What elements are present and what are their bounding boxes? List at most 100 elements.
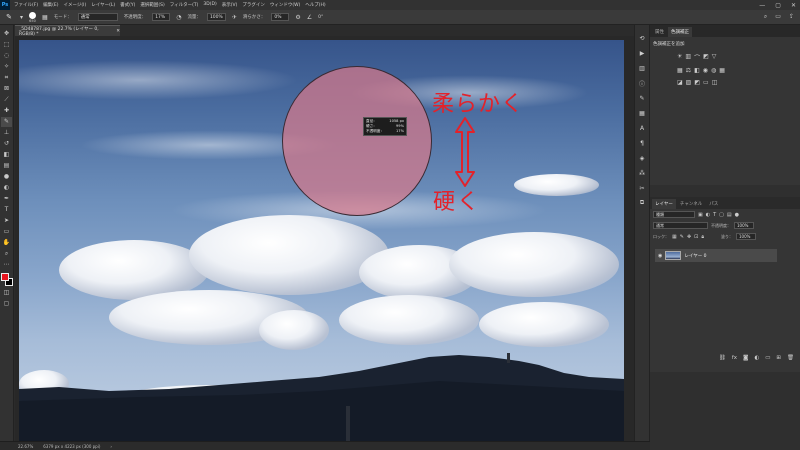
tab-properties[interactable]: 属性 xyxy=(652,27,667,37)
pen-tool-icon[interactable]: ✒ xyxy=(1,194,12,204)
tab-adjustments[interactable]: 色調補正 xyxy=(668,27,692,37)
gradient-tool-icon[interactable]: ▤ xyxy=(1,161,12,171)
menu-edit[interactable]: 編集(E) xyxy=(43,2,58,8)
mode-select[interactable]: 通常 xyxy=(77,13,118,21)
menu-file[interactable]: ファイル(F) xyxy=(14,2,38,8)
delete-layer-icon[interactable]: 🗑︎ xyxy=(787,355,794,361)
hand-tool-icon[interactable]: ✋ xyxy=(1,238,12,248)
layer-row[interactable]: ◉ レイヤー 0 xyxy=(655,249,777,262)
workspace-icon[interactable]: ▭ xyxy=(775,13,781,21)
vibrance-icon[interactable]: ▽ xyxy=(712,53,717,62)
channel-mixer-icon[interactable]: ◍ xyxy=(711,67,716,74)
menu-window[interactable]: ウィンドウ(W) xyxy=(270,2,300,8)
menu-3d[interactable]: 3D(D) xyxy=(203,2,216,8)
tools-options-panel-icon[interactable]: ✂ xyxy=(637,183,647,193)
posterize-icon[interactable]: ▨ xyxy=(686,79,692,86)
history-brush-tool-icon[interactable]: ↺ xyxy=(1,139,12,149)
rectangle-tool-icon[interactable]: ▭ xyxy=(1,227,12,237)
path-select-tool-icon[interactable]: ➤ xyxy=(1,216,12,226)
gear-icon[interactable]: ⚙ xyxy=(295,14,300,21)
airbrush-icon[interactable]: ✈ xyxy=(232,14,237,21)
color-balance-icon[interactable]: ⚖ xyxy=(686,67,691,74)
menu-view[interactable]: 表示(V) xyxy=(222,2,238,8)
info-panel-icon[interactable]: ⓘ xyxy=(637,78,647,88)
zoom-level[interactable]: 22.67% xyxy=(18,444,33,449)
close-button[interactable]: ✕ xyxy=(791,2,796,9)
quick-select-tool-icon[interactable]: ✧ xyxy=(1,62,12,72)
lock-transparent-icon[interactable]: ▦ xyxy=(672,234,677,240)
brightness-contrast-icon[interactable]: ☀ xyxy=(677,53,682,62)
levels-icon[interactable]: ▥ xyxy=(685,53,691,62)
crop-tool-icon[interactable]: ⌗ xyxy=(1,73,12,83)
marquee-tool-icon[interactable]: ⬚ xyxy=(1,40,12,50)
menu-filter[interactable]: フィルター(T) xyxy=(170,2,199,8)
menu-image[interactable]: イメージ(I) xyxy=(63,2,86,8)
threshold-icon[interactable]: ◩ xyxy=(694,79,700,86)
eyedropper-tool-icon[interactable]: ⟋ xyxy=(1,95,12,105)
tab-paths[interactable]: パス xyxy=(706,199,721,209)
lasso-tool-icon[interactable]: ◌ xyxy=(1,51,12,61)
menu-help[interactable]: ヘルプ(H) xyxy=(305,2,325,8)
brush-settings-icon[interactable]: ▦ xyxy=(42,14,48,21)
layer-style-icon[interactable]: fx xyxy=(732,355,737,361)
visibility-eye-icon[interactable]: ◉ xyxy=(658,253,662,259)
actions-panel-icon[interactable]: ▶ xyxy=(637,48,647,58)
layer-opacity-field[interactable]: 100% xyxy=(734,222,754,229)
chevron-down-icon[interactable]: ▾ xyxy=(20,14,23,21)
tab-channels[interactable]: チャンネル xyxy=(677,199,705,209)
navigator-panel-icon[interactable]: ⧉ xyxy=(637,198,647,208)
brush-settings-panel-icon[interactable]: ▦ xyxy=(637,108,647,118)
brush-tool-icon[interactable]: ✎ xyxy=(1,117,12,127)
character-panel-icon[interactable]: A xyxy=(637,123,647,133)
new-adjustment-layer-icon[interactable]: ◐ xyxy=(754,355,759,361)
share-icon[interactable]: ⇪ xyxy=(789,13,794,21)
maximize-button[interactable]: ▢ xyxy=(775,2,781,9)
blend-mode-select[interactable]: 通常 xyxy=(653,222,708,229)
brush-tool-preset-icon[interactable]: ✎ xyxy=(4,12,14,22)
minimize-button[interactable]: — xyxy=(759,2,765,9)
lock-pixels-icon[interactable]: ✎ xyxy=(680,234,684,240)
quick-mask-icon[interactable]: ◫ xyxy=(1,288,12,298)
foreground-color-swatch[interactable] xyxy=(0,273,9,281)
filter-pixel-icon[interactable]: ▣ xyxy=(698,212,703,218)
menu-plugins[interactable]: プラグイン xyxy=(242,2,265,8)
lock-artboard-icon[interactable]: ⊡ xyxy=(694,234,698,240)
healing-brush-tool-icon[interactable]: ✚ xyxy=(1,106,12,116)
pressure-opacity-icon[interactable]: ◔ xyxy=(176,14,181,21)
menu-layer[interactable]: レイヤー(L) xyxy=(91,2,115,8)
move-tool-icon[interactable]: ✥ xyxy=(1,29,12,39)
photo-filter-icon[interactable]: ◉ xyxy=(703,67,708,74)
blur-tool-icon[interactable]: ● xyxy=(1,172,12,182)
more-tools-icon[interactable]: ⋯ xyxy=(1,260,12,270)
status-chevron-icon[interactable]: › xyxy=(110,444,112,449)
history-panel-icon[interactable]: ⟲ xyxy=(637,33,647,43)
fill-field[interactable]: 100% xyxy=(736,233,757,240)
filter-smart-icon[interactable]: ▤ xyxy=(727,212,732,218)
tab-layers[interactable]: レイヤー xyxy=(652,199,676,209)
invert-icon[interactable]: ◪ xyxy=(677,79,683,86)
screen-mode-icon[interactable]: ▢ xyxy=(1,299,12,309)
flow-field[interactable]: 100% xyxy=(206,13,226,21)
swatches-panel-icon[interactable]: ⁂ xyxy=(637,168,647,178)
add-mask-icon[interactable]: ◙ xyxy=(743,355,748,361)
close-tab-icon[interactable]: ✕ xyxy=(116,29,120,34)
selective-color-icon[interactable]: ◫ xyxy=(712,79,718,86)
hue-saturation-icon[interactable]: ▦ xyxy=(677,67,683,74)
clone-stamp-tool-icon[interactable]: ⊥ xyxy=(1,128,12,138)
dodge-tool-icon[interactable]: ◐ xyxy=(1,183,12,193)
photoshop-logo[interactable]: Ps xyxy=(0,0,10,10)
paragraph-panel-icon[interactable]: ¶ xyxy=(637,138,647,148)
black-white-icon[interactable]: ◧ xyxy=(694,67,700,74)
layer-kind-filter[interactable]: 種類 xyxy=(653,211,695,218)
filter-shape-icon[interactable]: ▢ xyxy=(719,212,724,218)
angle-value[interactable]: 0° xyxy=(318,15,323,20)
filter-toggle-icon[interactable]: ● xyxy=(735,212,739,218)
curves-icon[interactable]: ⌒ xyxy=(694,53,700,62)
gradient-map-icon[interactable]: ▭ xyxy=(703,79,709,86)
glyphs-panel-icon[interactable]: ◈ xyxy=(637,153,647,163)
new-layer-icon[interactable]: ⊞ xyxy=(776,355,781,361)
filter-adjustment-icon[interactable]: ◐ xyxy=(706,212,710,218)
smoothing-field[interactable]: 0% xyxy=(271,13,290,21)
lock-all-icon[interactable]: 🔒︎ xyxy=(701,234,704,240)
search-icon[interactable]: ⌕ xyxy=(764,13,767,21)
